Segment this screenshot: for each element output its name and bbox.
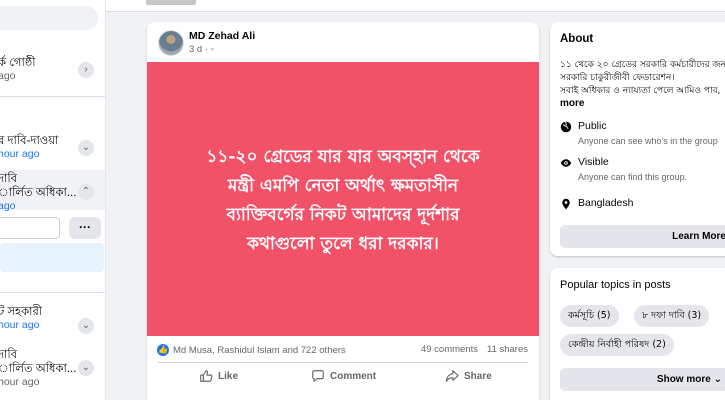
chevron-down-icon[interactable]: ⌄: [78, 140, 94, 156]
top-header-strip: [106, 0, 725, 12]
post-text-line: কথাগুলো তুলে ধরা দরকার।: [247, 234, 439, 254]
post-text: ১১-২০ গ্রেডের যার যার অবস্হান থেকে মন্ত্…: [173, 143, 513, 259]
post-text-line: মন্ত্রী এমপি নেতা অর্থাৎ ক্ষমতাসীন: [227, 176, 459, 196]
chevron-down-icon[interactable]: ⌄: [78, 318, 94, 334]
show-more-button[interactable]: Show more ⌄: [560, 368, 725, 391]
chevron-up-icon[interactable]: ⌃: [78, 184, 94, 200]
avatar[interactable]: [158, 30, 184, 56]
post-timestamp[interactable]: 3 d · ◦: [189, 44, 214, 55]
sidebar-divider: [0, 96, 105, 97]
topic-pill[interactable]: কেন্দ্রীয় নির্বাহী পরিষদ (2): [560, 334, 674, 356]
globe-icon: ◦: [210, 44, 215, 55]
like-label: Like: [218, 370, 239, 382]
visibility-description: Anyone can find this group.: [578, 172, 688, 182]
sidebar-search-input[interactable]: [0, 6, 98, 30]
like-button[interactable]: Like: [199, 367, 238, 385]
sidebar-group-item[interactable]: ট সহকারী hour ago ⌄: [0, 305, 105, 334]
show-more-label: Show more: [656, 374, 711, 385]
about-description-line: সরকারি চাকুরীজীবী ফেডারেশন।: [560, 73, 675, 83]
reactions-summary[interactable]: 👍 Md Musa, Rashidul Islam and 722 others: [157, 344, 346, 356]
post-text-line: ১১-২০ গ্রেডের যার যার অবস্হান থেকে: [206, 147, 480, 167]
sidebar-item-title: ট সহকারী: [0, 306, 43, 318]
about-description-line: সবাই অধিকার ও ন্যায্যতা পেলে আমিও পাব,: [560, 86, 721, 96]
share-button[interactable]: Share: [445, 367, 492, 385]
about-card: About ১১ থেকে ২০ গ্রেডের সরকারি কর্মচারী…: [550, 22, 725, 256]
visibility-title: Visible: [578, 156, 609, 168]
post-card: MD Zehad Ali 3 d · ◦ ১১-২০ গ্রেডের যার য…: [147, 22, 539, 400]
popular-topics-card: Popular topics in posts কর্মসূচি (5) ৮ দ…: [550, 268, 725, 400]
sidebar-item-time: hour ago: [0, 376, 40, 388]
chevron-right-icon[interactable]: ›: [78, 62, 94, 78]
sidebar-item-time: ago: [0, 200, 16, 212]
more-options-button[interactable]: ···: [69, 217, 101, 239]
location-pin-icon: [562, 198, 570, 210]
group-cover-thumbnail: [146, 0, 196, 5]
popular-topics-heading: Popular topics in posts: [560, 279, 671, 291]
about-description-line: ১১ থেকে ২০ গ্রেডের সরকারি কর্মচারীদের জন…: [560, 60, 725, 70]
comment-icon: [312, 370, 324, 382]
topic-pill[interactable]: ৮ দফা দাবি (3): [634, 305, 710, 327]
see-more-link[interactable]: more: [560, 98, 584, 109]
sidebar-divider: [0, 292, 105, 293]
sidebar-item-title: দাবি: [0, 349, 18, 361]
comment-label: Comment: [330, 370, 377, 382]
privacy-title: Public: [578, 120, 607, 132]
comment-button[interactable]: Comment: [311, 367, 376, 385]
share-icon: [445, 370, 459, 382]
learn-more-button[interactable]: Learn More: [560, 225, 725, 248]
post-background: ১১-২০ গ্রেডের যার যার অবস্হান থেকে মন্ত্…: [147, 62, 539, 336]
comments-count[interactable]: 49 comments: [421, 344, 478, 355]
share-label: Share: [464, 370, 492, 382]
engagement-counts: 49 comments 11 shares: [421, 344, 528, 355]
chevron-down-icon: ⌄: [713, 374, 722, 385]
sidebar-selected-area[interactable]: [0, 243, 104, 272]
sidebar-group-item[interactable]: দাবি ার্লিত অধিকা... ago ⌃: [0, 172, 105, 213]
thumbs-up-icon: [200, 370, 213, 382]
post-author[interactable]: MD Zehad Ali: [189, 30, 255, 42]
shares-count[interactable]: 11 shares: [487, 344, 528, 355]
left-sidebar: র্ক গোষ্ঠী ago › র দাবি-দাওয়া hour ago …: [0, 0, 106, 400]
sidebar-item-title: দাবি: [0, 173, 18, 185]
eye-icon: [560, 159, 572, 167]
post-divider: [158, 362, 528, 363]
about-heading: About: [560, 33, 594, 45]
location-text: Bangladesh: [578, 197, 634, 209]
about-description: ১১ থেকে ২০ গ্রেডের সরকারি কর্মচারীদের জন…: [560, 59, 725, 98]
post-time: 3 d ·: [189, 44, 211, 55]
sidebar-group-item[interactable]: র্ক গোষ্ঠী ago ›: [0, 56, 105, 83]
sidebar-comment-input[interactable]: [0, 217, 60, 239]
sidebar-group-item[interactable]: দাবি ার্লিত অধিকা... hour ago ⌄: [0, 348, 105, 389]
privacy-description: Anyone can see who's in the group: [578, 136, 718, 146]
sidebar-group-item[interactable]: র দাবি-দাওয়া hour ago ⌄: [0, 134, 105, 161]
like-reaction-icon: 👍: [157, 344, 169, 356]
chevron-down-icon[interactable]: ⌄: [78, 360, 94, 376]
reactions-text: Md Musa, Rashidul Islam and 722 others: [173, 344, 346, 356]
topic-pill[interactable]: কর্মসূচি (5): [560, 305, 619, 327]
post-text-line: ব্যাক্তিবর্গের নিকট আমাদের দূর্দশার: [226, 205, 460, 225]
globe-icon: [560, 121, 572, 133]
